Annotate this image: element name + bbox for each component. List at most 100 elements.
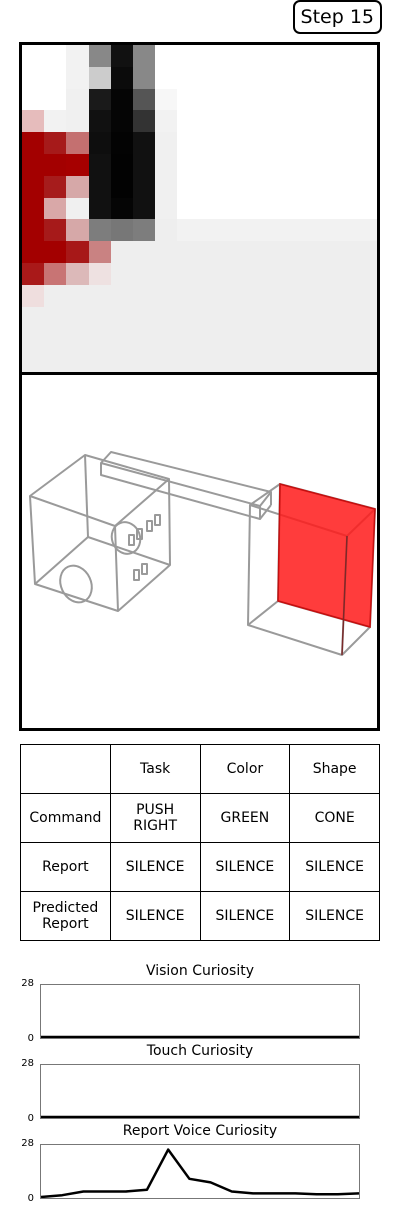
vision-pixel — [177, 45, 200, 67]
vision-pixel — [310, 284, 333, 307]
vision-pixel — [288, 110, 311, 133]
vision-pixel — [332, 132, 355, 154]
table-header-cell: Task — [109, 744, 201, 794]
vision-pixel — [243, 45, 267, 67]
vision-pixel — [155, 132, 178, 154]
vision-pixel — [354, 219, 377, 242]
vision-pixel — [243, 110, 267, 133]
curiosity-chart: Vision Curiosity 28 0 — [0, 963, 400, 1044]
vision-pixel — [199, 132, 222, 154]
vision-pixel — [155, 284, 178, 307]
vision-pixel — [22, 153, 45, 176]
vision-pixel — [243, 350, 267, 372]
vision-pixel — [88, 132, 111, 154]
vision-pixel — [221, 350, 244, 372]
vision-pixel — [199, 45, 222, 67]
vision-pixel — [132, 110, 156, 133]
vision-pixel — [22, 132, 45, 154]
vision-pixel — [88, 350, 111, 372]
vision-pixel — [221, 262, 244, 285]
table-cell: CONE — [289, 793, 380, 843]
vision-pixel — [110, 153, 133, 176]
vision-pixel — [199, 219, 222, 242]
vision-pixel — [288, 175, 311, 198]
vision-pixel — [288, 262, 311, 285]
chart-title: Vision Curiosity — [145, 963, 255, 979]
vision-pixel — [310, 110, 333, 133]
vision-pixel — [332, 110, 355, 133]
vision-pixel — [243, 197, 267, 220]
vision-pixel — [110, 110, 133, 133]
vision-pixel — [110, 219, 133, 242]
vision-pixel — [310, 306, 333, 329]
vision-pixel — [177, 284, 200, 307]
vision-pixel — [310, 88, 333, 111]
vision-pixel — [288, 45, 311, 67]
vision-pixel — [354, 175, 377, 198]
vision-pixel — [110, 66, 133, 89]
vision-pixel — [22, 241, 45, 263]
vision-pixel — [243, 153, 267, 176]
vision-pixel — [310, 197, 333, 220]
chart-plot-area — [40, 1144, 360, 1199]
vision-pixel — [155, 110, 178, 133]
vision-pixel — [88, 175, 111, 198]
vision-pixel — [332, 88, 355, 111]
vision-pixel — [332, 350, 355, 372]
chart-plot-area — [40, 1064, 360, 1119]
vision-pixel — [243, 66, 267, 89]
vision-pixel — [66, 153, 89, 176]
vision-pixel — [177, 66, 200, 89]
vision-pixel — [22, 328, 45, 351]
vision-pixel — [266, 241, 289, 263]
vision-pixel — [332, 175, 355, 198]
vision-pixel — [155, 45, 178, 67]
vision-pixel — [44, 350, 67, 372]
vision-pixel — [88, 241, 111, 263]
vision-pixel — [266, 284, 289, 307]
vision-pixel — [22, 219, 45, 242]
vision-pixel — [22, 197, 45, 220]
vision-pixel — [177, 132, 200, 154]
vision-pixel — [221, 241, 244, 263]
vision-pixel — [199, 306, 222, 329]
chart-svg — [41, 1148, 359, 1198]
vision-pixel — [354, 241, 377, 263]
vision-pixel — [354, 88, 377, 111]
vision-pixel — [22, 175, 45, 198]
vision-pixel — [66, 328, 89, 351]
vision-pixel — [221, 175, 244, 198]
vision-pixel — [310, 262, 333, 285]
vision-pixel — [199, 88, 222, 111]
chart-svg — [41, 1035, 359, 1038]
vision-pixel — [221, 45, 244, 67]
vision-pixel — [243, 219, 267, 242]
vision-pixel — [44, 197, 67, 220]
table-cell: GREEN — [199, 793, 291, 843]
vision-pixel — [221, 197, 244, 220]
vision-pixel — [199, 284, 222, 307]
vision-pixel — [199, 328, 222, 351]
vision-pixel — [177, 88, 200, 111]
vision-pixel — [88, 110, 111, 133]
vision-pixel — [332, 306, 355, 329]
vision-pixel — [199, 350, 222, 372]
vision-pixel — [221, 328, 244, 351]
scene-wireframe — [29, 451, 376, 656]
vision-pixel — [354, 45, 377, 67]
vision-pixel — [66, 197, 89, 220]
y-tick-label: 28 — [21, 1138, 34, 1149]
vision-pixel — [155, 328, 178, 351]
table-cell: SILENCE — [289, 842, 380, 892]
vision-pixel — [243, 284, 267, 307]
vision-pixel — [44, 328, 67, 351]
y-tick-label: 0 — [27, 1193, 34, 1204]
vision-pixel — [332, 284, 355, 307]
vision-pixel — [155, 153, 178, 176]
y-tick-label: 28 — [21, 978, 34, 989]
vision-pixel — [266, 219, 289, 242]
vision-pixel — [266, 45, 289, 67]
vision-pixel — [88, 219, 111, 242]
vision-pixel — [288, 219, 311, 242]
table-cell: SILENCE — [199, 891, 291, 941]
